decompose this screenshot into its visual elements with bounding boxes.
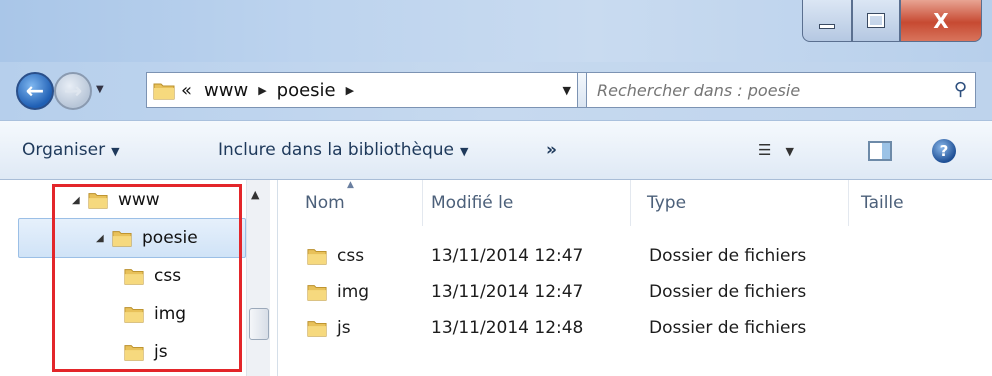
organize-label: Organiser [22, 140, 106, 160]
expanded-triangle-icon[interactable]: ◢ [96, 233, 112, 244]
expanded-triangle-icon[interactable]: ◢ [72, 195, 88, 206]
arrow-right-icon: → [63, 78, 83, 104]
file-type: Dossier de fichiers [649, 318, 807, 338]
minimize-icon [819, 24, 835, 29]
forward-button[interactable]: → [54, 72, 92, 110]
scroll-thumb[interactable] [249, 308, 269, 340]
folder-icon [307, 249, 327, 265]
tree-item-poesie[interactable]: ◢ poesie [96, 220, 198, 256]
tree-item-label: www [118, 190, 160, 210]
folder-icon [124, 307, 144, 323]
folder-icon [88, 193, 108, 209]
include-library-label: Inclure dans la bibliothèque [218, 140, 454, 160]
details-view-icon: ☰ [758, 141, 772, 159]
command-bar: Organiser ▼ Inclure dans la bibliothèque ▼… [0, 120, 992, 180]
tree-item-js[interactable]: js [124, 334, 168, 370]
navigation-pane: ◢ www ◢ poesie css img js ▲ [0, 180, 278, 376]
address-bar[interactable]: « www ▶ poesie ▶ ▼ [146, 72, 578, 108]
column-header-label: Taille [861, 193, 904, 213]
navigation-bar: ← → ▼ « www ▶ poesie ▶ ▼ ↻ ⚲ [0, 62, 992, 120]
more-commands-button[interactable]: » [546, 140, 557, 160]
preview-pane-icon[interactable] [868, 141, 892, 161]
chevron-down-icon: ▼ [785, 145, 794, 158]
organize-button[interactable]: Organiser ▼ [22, 140, 120, 160]
table-row[interactable]: css 13/11/2014 12:47 Dossier de fichiers [279, 238, 992, 274]
file-type: Dossier de fichiers [649, 282, 807, 302]
tree-item-css[interactable]: css [124, 258, 181, 294]
column-header-name[interactable]: ▲ Nom [279, 180, 423, 226]
tree-item-label: css [154, 266, 182, 286]
column-header-label: Modifié le [431, 193, 514, 213]
folder-icon [153, 83, 175, 100]
file-type: Dossier de fichiers [649, 246, 807, 266]
title-bar: X [0, 0, 992, 62]
column-header-label: Type [647, 193, 687, 213]
close-icon: X [933, 8, 949, 33]
maximize-button[interactable] [852, 0, 900, 42]
breadcrumb-poesie[interactable]: poesie [277, 80, 336, 101]
breadcrumb-separator-icon[interactable]: ▶ [346, 84, 354, 97]
recent-pages-button[interactable]: ▼ [96, 84, 104, 95]
maximize-icon [867, 13, 885, 28]
folder-icon [307, 285, 327, 301]
tree-scrollbar[interactable]: ▲ [246, 180, 270, 376]
window-controls: X [802, 0, 982, 42]
file-modified: 13/11/2014 12:47 [431, 282, 584, 302]
chevron-down-icon: ▼ [96, 84, 104, 95]
tree-item-label: poesie [142, 228, 198, 248]
breadcrumb-separator-icon[interactable]: ▶ [258, 84, 266, 97]
help-icon[interactable]: ? [932, 139, 956, 163]
folder-icon [112, 231, 132, 247]
back-button[interactable]: ← [16, 72, 54, 110]
column-header-size[interactable]: Taille [849, 180, 992, 226]
file-modified: 13/11/2014 12:47 [431, 246, 584, 266]
scroll-up-icon[interactable]: ▲ [251, 188, 259, 201]
close-button[interactable]: X [900, 0, 982, 42]
tree-item-www[interactable]: ◢ www [72, 182, 160, 218]
folder-icon [307, 321, 327, 337]
tree-item-label: img [154, 304, 187, 324]
minimize-button[interactable] [802, 0, 852, 42]
include-library-button[interactable]: Inclure dans la bibliothèque ▼ [218, 140, 468, 160]
file-name: css [337, 246, 365, 266]
column-header-type[interactable]: Type [631, 180, 849, 226]
change-view-button[interactable]: ☰ ▼ [758, 141, 794, 159]
table-row[interactable]: js 13/11/2014 12:48 Dossier de fichiers [279, 310, 992, 346]
address-dropdown-icon[interactable]: ▼ [563, 84, 571, 97]
chevron-down-icon: ▼ [459, 145, 469, 158]
address-overflow[interactable]: « [181, 80, 192, 101]
file-list: ▲ Nom Modifié le Type Taille css 13/11/2… [279, 180, 992, 376]
breadcrumb-www[interactable]: www [204, 80, 248, 101]
file-name: js [337, 318, 351, 338]
file-modified: 13/11/2014 12:48 [431, 318, 584, 338]
tree-item-img[interactable]: img [124, 296, 186, 332]
file-name: img [337, 282, 370, 302]
tree-item-label: js [154, 342, 168, 362]
arrow-left-icon: ← [25, 78, 45, 104]
folder-icon [124, 269, 144, 285]
folder-icon [124, 345, 144, 361]
sort-ascending-icon: ▲ [347, 180, 354, 190]
search-box[interactable]: ⚲ [586, 72, 976, 108]
table-row[interactable]: img 13/11/2014 12:47 Dossier de fichiers [279, 274, 992, 310]
column-header-label: Nom [305, 193, 345, 213]
chevron-down-icon: ▼ [111, 145, 120, 158]
search-input[interactable] [597, 80, 917, 100]
search-icon[interactable]: ⚲ [954, 79, 967, 100]
column-header-modified[interactable]: Modifié le [423, 180, 631, 226]
